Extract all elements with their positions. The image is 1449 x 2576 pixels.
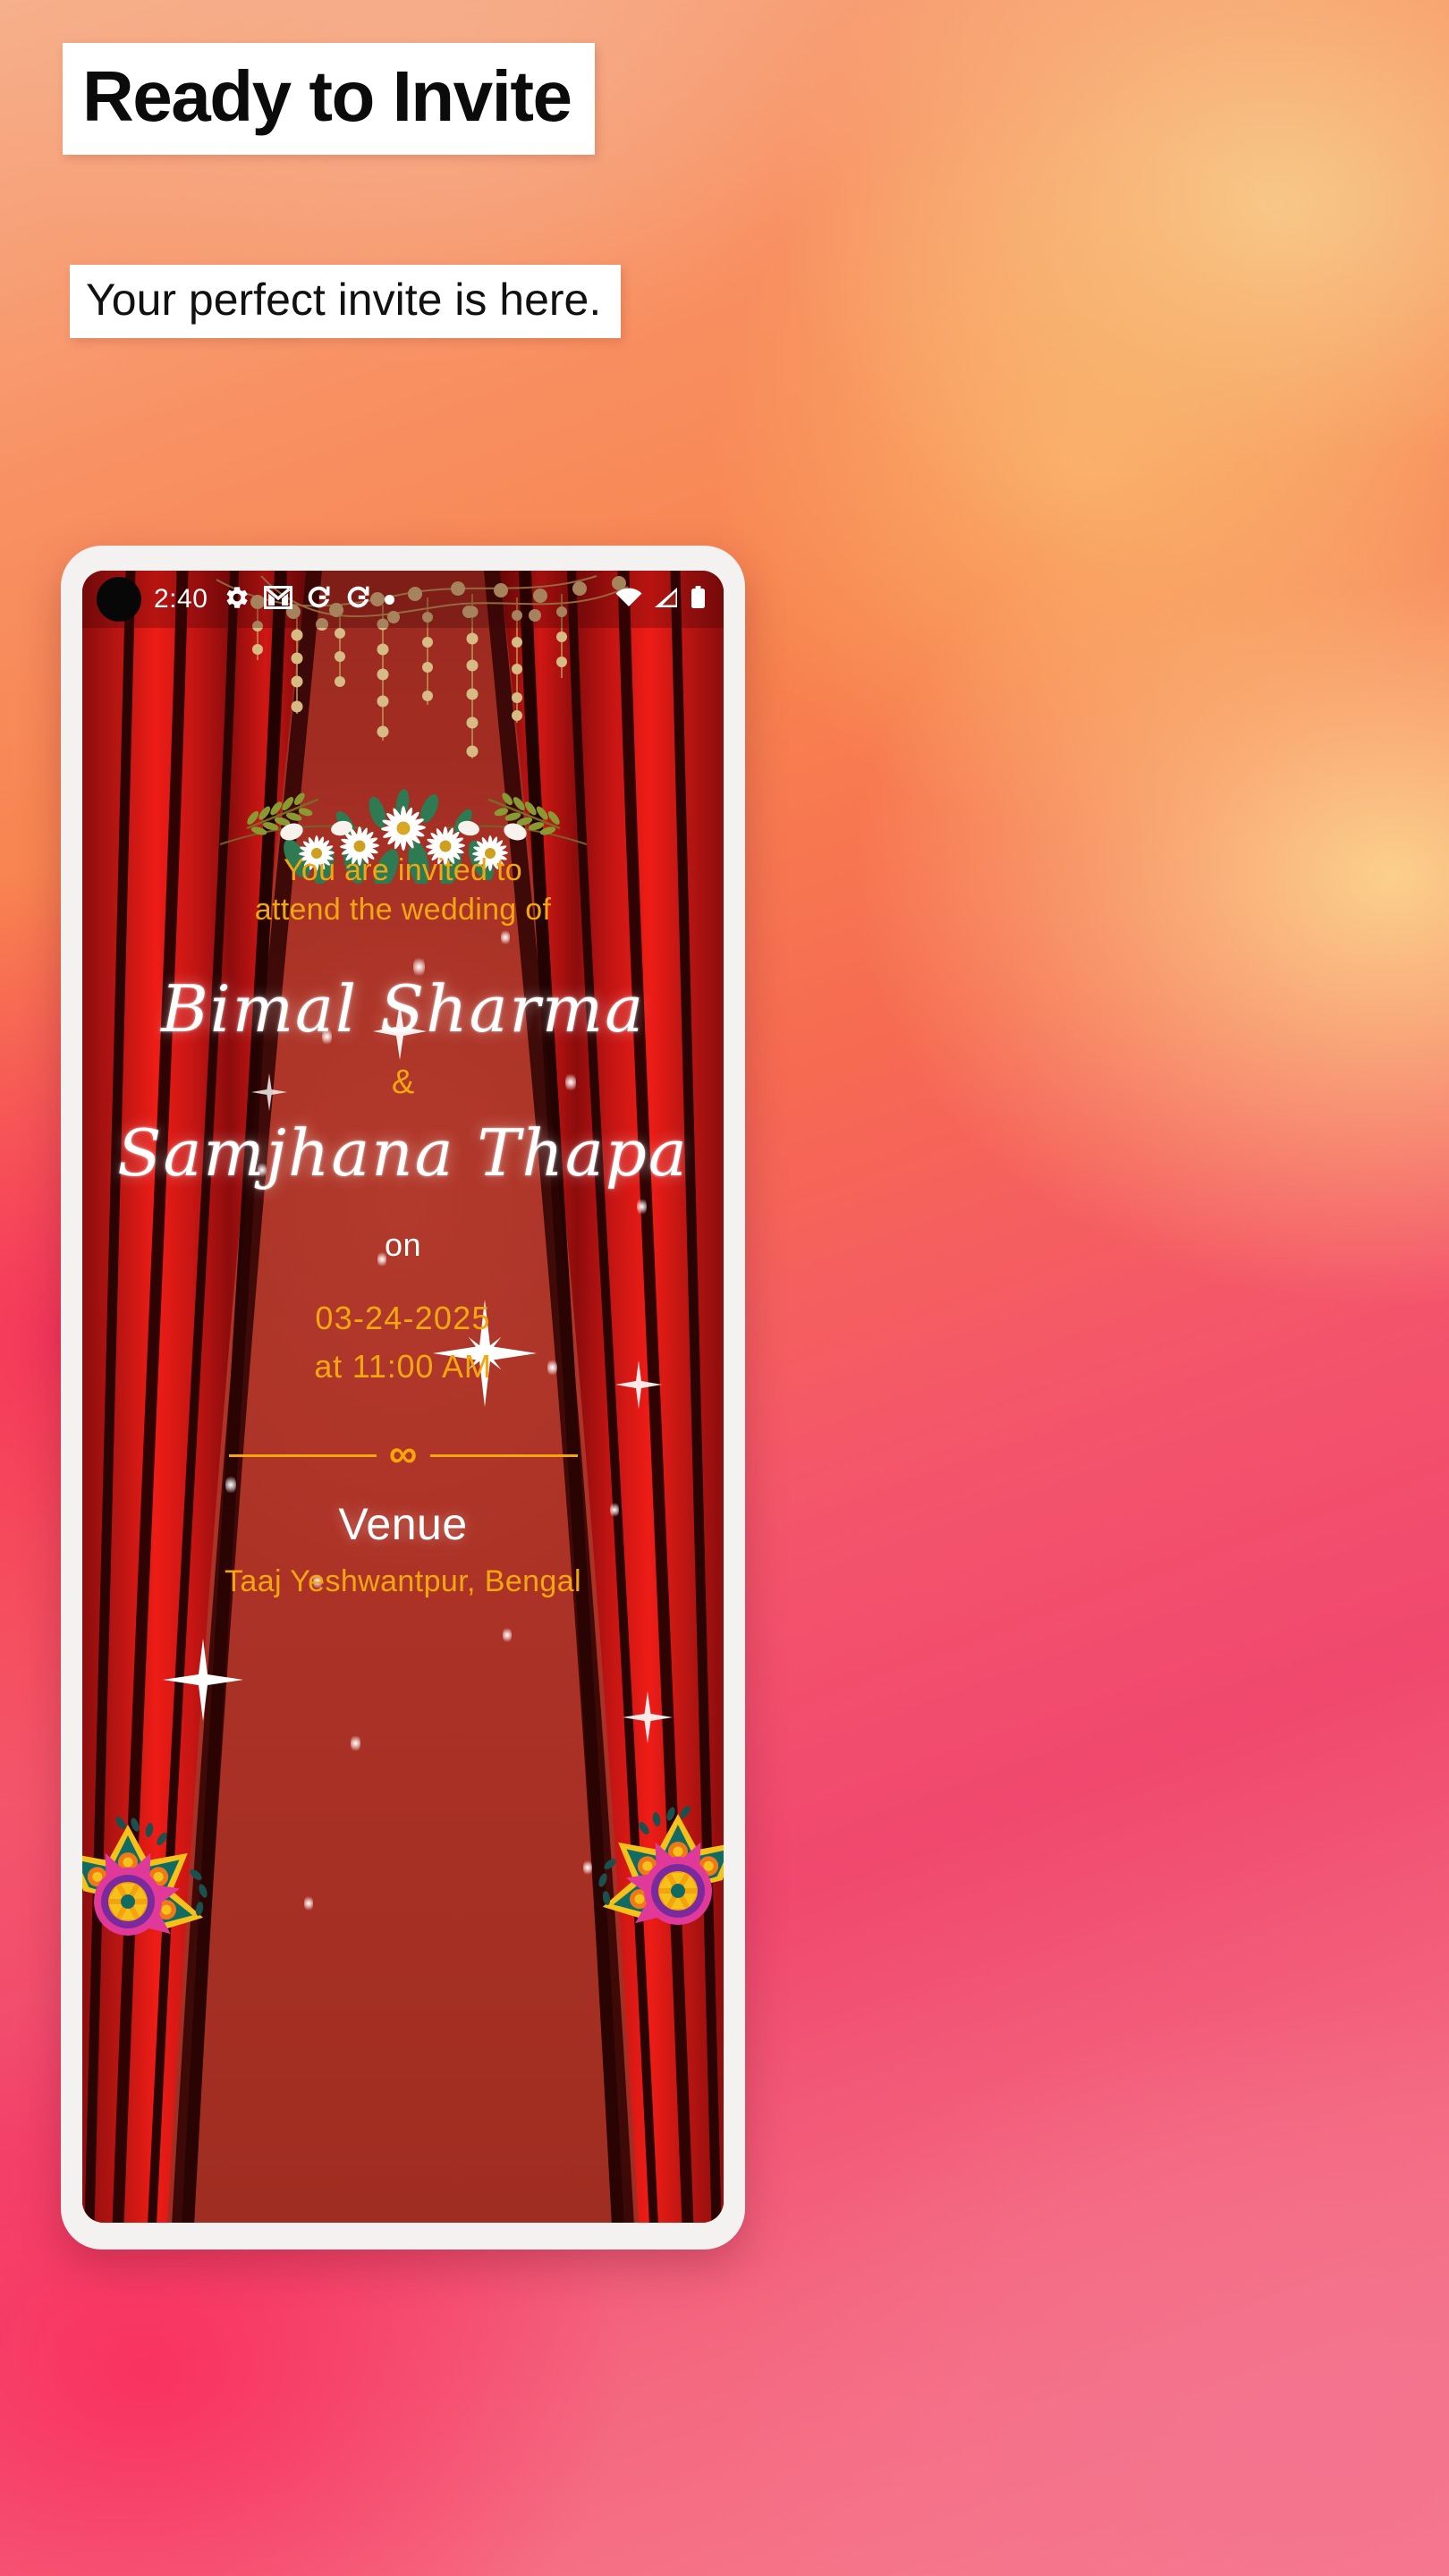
wifi-icon [615, 587, 642, 613]
google-g-icon [306, 584, 332, 614]
device-screen: 2:40 You are invited to attend the weddi… [82, 571, 724, 2223]
bride-name: Samjhana Thapa [117, 1114, 689, 1191]
google-g-icon [345, 584, 371, 614]
on-label: on [384, 1226, 422, 1264]
status-bar: 2:40 [82, 571, 724, 628]
battery-icon [691, 585, 706, 614]
invite-lead-line-1: You are invited to [284, 853, 522, 887]
wedding-invitation-content: You are invited to attend the wedding of… [82, 571, 724, 2223]
divider-rule-left [228, 1454, 377, 1458]
wedding-time: at 11:00 AM [314, 1348, 492, 1385]
subheading-box: Your perfect invite is here. [70, 265, 622, 338]
device-frame: 2:40 You are invited to attend the weddi… [61, 546, 745, 2250]
cellular-signal-icon [654, 587, 679, 613]
venue-heading: Venue [338, 1499, 468, 1550]
infinity-divider: ∞ [228, 1432, 578, 1477]
invite-lead-line-2: attend the wedding of [254, 892, 552, 927]
status-bar-clock: 2:40 [154, 584, 208, 614]
groom-name: Bimal Sharma [160, 971, 646, 1047]
venue-address: Taaj Yeshwantpur, Bengal [224, 1564, 582, 1599]
invite-lead-text: You are invited to attend the wedding of [255, 852, 551, 929]
wedding-date: 03-24-2025 [315, 1300, 491, 1337]
camera-cutout-icon [97, 577, 141, 622]
headline-box: Ready to Invite [63, 43, 595, 155]
dot-icon [385, 594, 395, 605]
page-subtitle: Your perfect invite is here. [86, 275, 602, 325]
gear-icon [224, 584, 250, 615]
ampersand-symbol: & [391, 1063, 415, 1101]
infinity-icon: ∞ [388, 1432, 418, 1477]
page-title: Ready to Invite [82, 56, 572, 136]
gmail-icon [264, 585, 293, 614]
divider-rule-right [429, 1454, 578, 1458]
